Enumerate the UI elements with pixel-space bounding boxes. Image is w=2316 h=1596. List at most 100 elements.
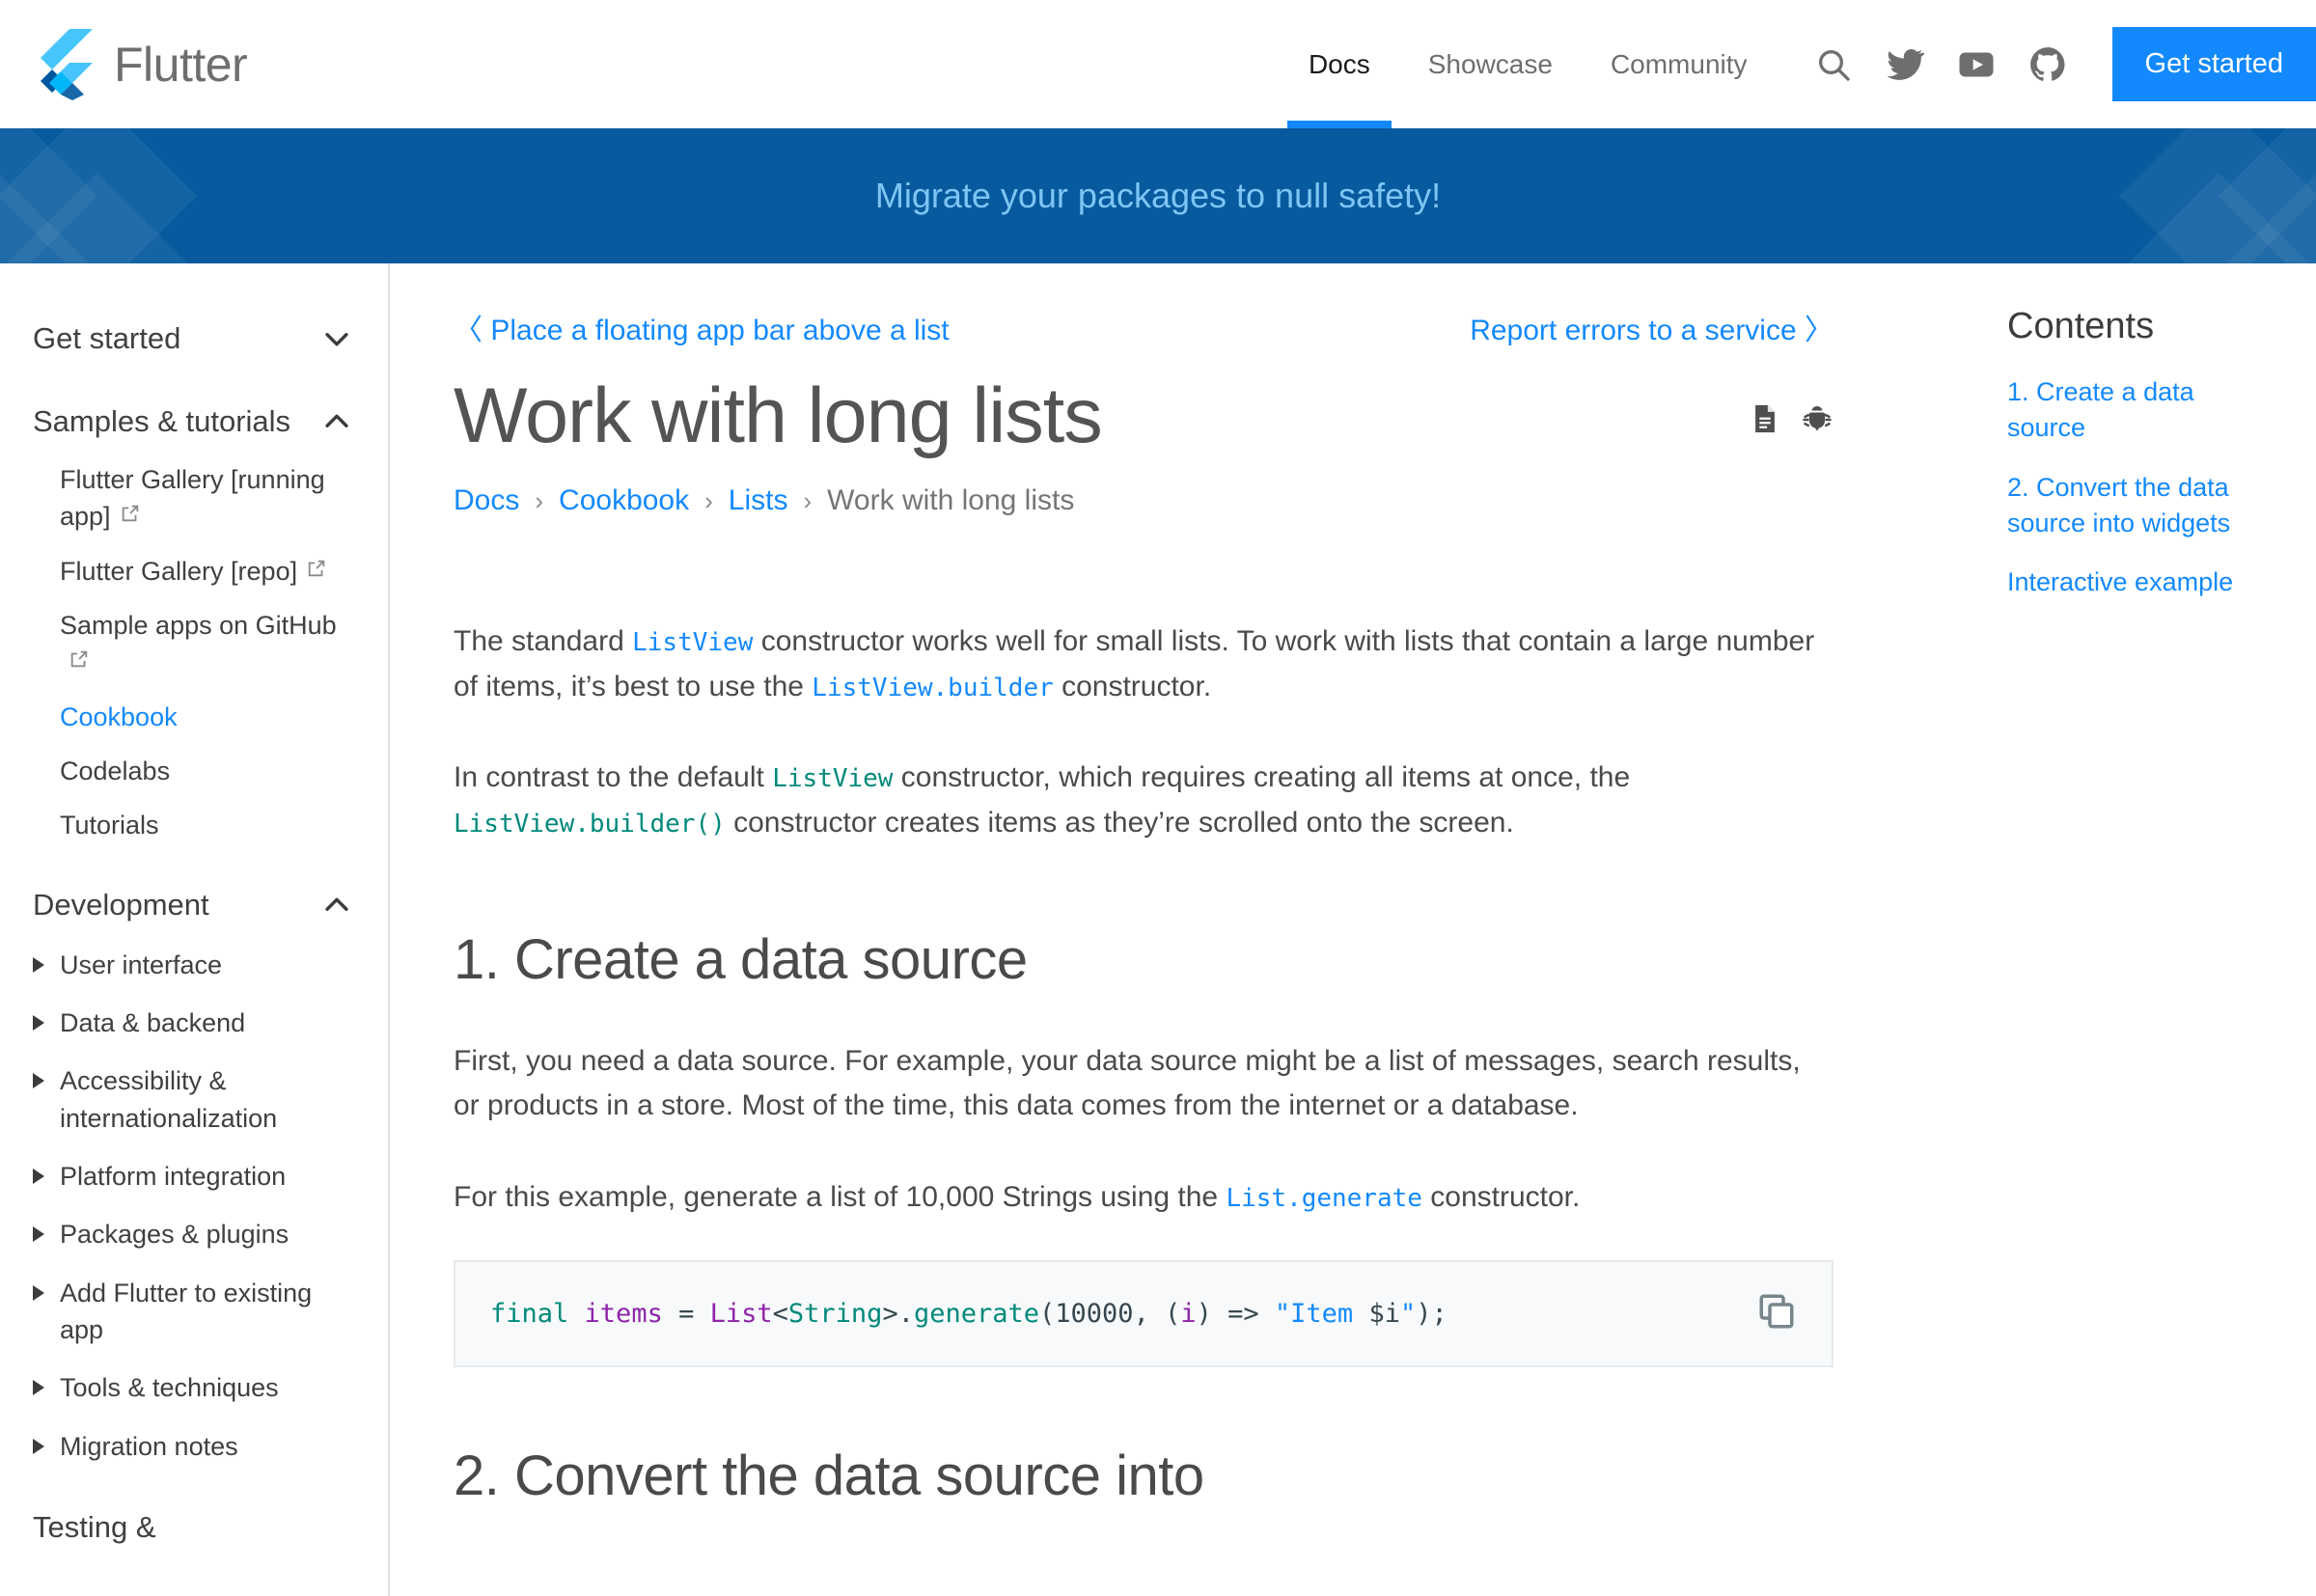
sidebar-item-migration-notes[interactable]: Migration notes [33, 1417, 353, 1475]
sidebar-item-label: Packages & plugins [60, 1220, 290, 1250]
sidebar-item-sample-apps-on-github[interactable]: Sample apps on GitHub [60, 598, 353, 690]
null-safety-banner[interactable]: Migrate your packages to null safety! [0, 128, 2316, 263]
header-right: Docs Showcase Community Get started [1280, 0, 2316, 128]
caret-right-icon [33, 1226, 44, 1243]
header-icons [1798, 0, 2083, 128]
nav-link-community[interactable]: Community [1582, 0, 1777, 128]
twitter-icon[interactable] [1869, 29, 1941, 100]
nav-link-showcase[interactable]: Showcase [1399, 0, 1582, 128]
youtube-icon[interactable] [1941, 29, 2012, 100]
paragraph-intro-1: The standard ListView constructor works … [454, 619, 1834, 709]
page-body: Get started Samples & tutorials Flutter … [0, 263, 2316, 1596]
caret-right-icon [33, 1380, 44, 1396]
code-token: ( [1039, 1298, 1056, 1329]
sidebar-group-label: Get started [33, 321, 181, 355]
sidebar-item-label: User interface [60, 949, 223, 979]
external-link-icon [308, 560, 325, 576]
section-heading-1: 1. Create a data source [454, 928, 1028, 992]
breadcrumb-item-cookbook[interactable]: Cookbook [559, 484, 689, 517]
inline-code-listview-builder-link[interactable]: ListView.builder [812, 674, 1053, 702]
breadcrumb-separator: › [704, 485, 713, 515]
text-fragment: constructor. [1421, 1180, 1581, 1213]
chevron-up-icon [325, 897, 348, 911]
site-header: Flutter Docs Showcase Community Get star… [0, 0, 2316, 128]
paragraph-intro-2: In contrast to the default ListView cons… [454, 756, 1834, 845]
text-fragment: constructor, which requires creating all… [893, 761, 1631, 794]
sidebar-item-label: Add Flutter to existing app [60, 1278, 313, 1344]
sidebar-item-codelabs[interactable]: Codelabs [60, 744, 353, 798]
sidebar-item-tutorials[interactable]: Tutorials [60, 798, 353, 852]
sidebar-item-label: Accessibility & internationalization [60, 1066, 278, 1133]
code-token: , ( [1133, 1298, 1181, 1329]
breadcrumb: Docs › Cookbook › Lists › Work with long… [454, 484, 1834, 517]
code-token: String [787, 1298, 883, 1329]
sidebar-item-add-flutter-to-existing-app[interactable]: Add Flutter to existing app [33, 1264, 353, 1360]
copy-icon[interactable] [1756, 1291, 1797, 1336]
breadcrumb-separator: › [535, 485, 544, 515]
search-icon[interactable] [1798, 29, 1869, 100]
next-page-link[interactable]: Report errors to a service 〉 [1470, 306, 1834, 348]
code-token: = [662, 1298, 710, 1329]
code-token: List [709, 1298, 773, 1329]
code-token: $i [1368, 1298, 1400, 1329]
sidebar-group-samples-tutorials[interactable]: Samples & tutorials [33, 391, 353, 453]
get-started-button[interactable]: Get started [2111, 27, 2316, 101]
sidebar-group-label: Development [33, 887, 209, 922]
bug-icon[interactable] [1801, 402, 1834, 440]
sidebar-item-cookbook[interactable]: Cookbook [60, 690, 353, 744]
primary-nav: Docs Showcase Community [1280, 0, 1777, 128]
sidebar-group-testing[interactable]: Testing & [33, 1497, 353, 1558]
sidebar-item-label: Migration notes [60, 1431, 238, 1461]
code-token: final [490, 1298, 569, 1329]
sidebar-item-label: Platform integration [60, 1161, 287, 1191]
inline-code-listview-link[interactable]: ListView [632, 628, 753, 657]
brand-logo-link[interactable]: Flutter [33, 28, 248, 100]
sidebar-item-label: Flutter Gallery [running app] [60, 465, 325, 532]
paragraph-data-source: First, you need a data source. For examp… [454, 1044, 1801, 1122]
sidebar-group-label: Samples & tutorials [33, 404, 291, 438]
external-link-icon [122, 506, 138, 522]
sidebar-item-packages-plugins[interactable]: Packages & plugins [33, 1205, 353, 1263]
code-token: " [1399, 1298, 1417, 1329]
page-title: Work with long lists [454, 372, 1103, 459]
title-row: Work with long lists [454, 372, 1834, 459]
sidebar-sublist-development: User interface Data & backend Accessibil… [33, 936, 353, 1475]
text-fragment: In contrast to the default [454, 761, 773, 794]
title-actions [1749, 402, 1834, 440]
code-token: ) => [1196, 1298, 1275, 1329]
toc-item-convert-the-data-source-into-widgets[interactable]: 2. Convert the data source into widgets [2007, 470, 2277, 542]
sidebar-item-tools-techniques[interactable]: Tools & techniques [33, 1359, 353, 1417]
sidebar-item-accessibility-internationalization[interactable]: Accessibility & internationalization [33, 1052, 353, 1147]
document-icon[interactable] [1749, 402, 1781, 440]
prev-page-link[interactable]: 〈 Place a floating app bar above a list [454, 306, 950, 348]
code-token: generate [913, 1298, 1040, 1329]
sidebar-item-label: Tools & techniques [60, 1373, 279, 1403]
breadcrumb-item-docs[interactable]: Docs [454, 484, 519, 517]
caret-right-icon [33, 956, 44, 973]
text-fragment: constructor creates items as they’re scr… [725, 806, 1514, 839]
sidebar-item-platform-integration[interactable]: Platform integration [33, 1147, 353, 1205]
toc-item-interactive-example[interactable]: Interactive example [2007, 564, 2277, 600]
sidebar-group-development[interactable]: Development [33, 874, 353, 936]
breadcrumb-item-lists[interactable]: Lists [729, 484, 788, 517]
main-content: 〈 Place a floating app bar above a list … [390, 263, 1988, 1596]
sidebar-item-data-backend[interactable]: Data & backend [33, 994, 353, 1052]
sidebar-item-flutter-gallery-repo[interactable]: Flutter Gallery [repo] [60, 544, 353, 598]
code-token: 10000 [1055, 1298, 1134, 1329]
toc-item-create-a-data-source[interactable]: 1. Create a data source [2007, 374, 2277, 447]
code-token: "Item [1274, 1298, 1369, 1329]
sidebar-item-flutter-gallery-running-app[interactable]: Flutter Gallery [running app] [60, 453, 353, 544]
paragraph-generate: For this example, generate a list of 10,… [454, 1175, 1834, 1221]
code-block-content: final items = List<String>.generate(1000… [490, 1295, 1733, 1335]
sidebar-item-user-interface[interactable]: User interface [33, 936, 353, 994]
sidebar-group-get-started[interactable]: Get started [33, 308, 353, 370]
banner-text: Migrate your packages to null safety! [874, 176, 1442, 215]
code-token: i [1180, 1298, 1197, 1329]
main-inner: 〈 Place a floating app bar above a list … [454, 306, 1834, 1509]
toc-title: Contents [2007, 306, 2155, 346]
github-icon[interactable] [2012, 29, 2083, 100]
inline-code-list-generate-link[interactable]: List.generate [1226, 1184, 1422, 1213]
table-of-contents: Contents 1. Create a data source 2. Conv… [1988, 263, 2316, 1596]
nav-link-docs[interactable]: Docs [1280, 0, 1399, 128]
